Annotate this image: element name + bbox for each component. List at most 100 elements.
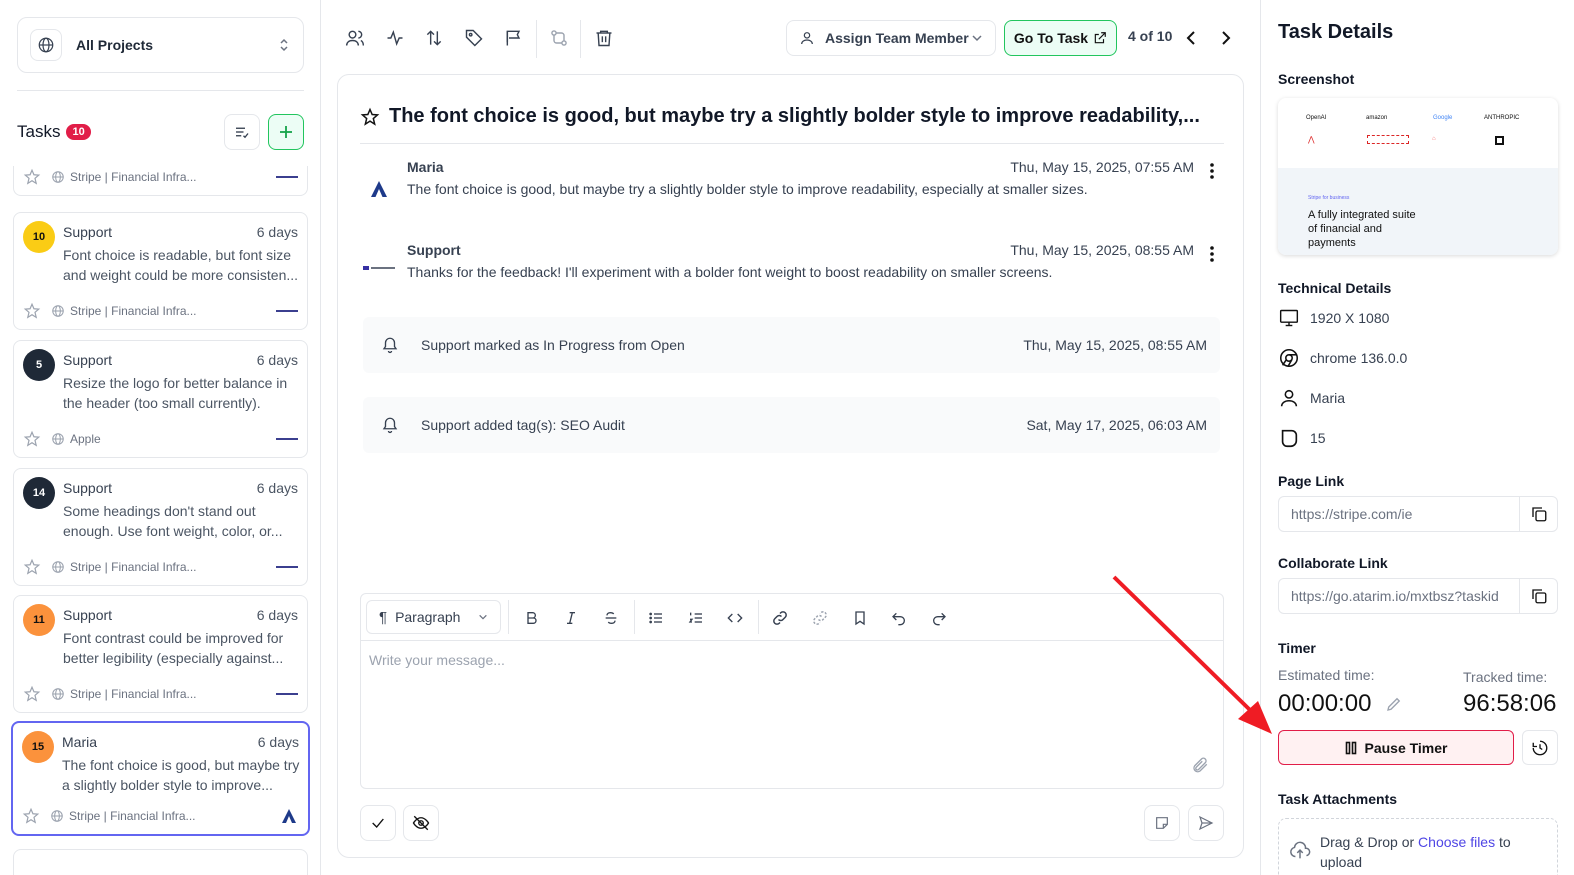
task-card[interactable]: 14 Support 6 days Some headings don't st… (13, 468, 308, 586)
filter-list-button[interactable] (224, 114, 260, 150)
task-pager: 4 of 10 (1128, 28, 1173, 44)
redo-icon[interactable] (928, 607, 950, 629)
next-task-button[interactable] (1216, 28, 1236, 48)
link-icon[interactable] (769, 607, 791, 629)
message-input[interactable]: Write your message... (369, 652, 505, 668)
git-compare-icon[interactable] (547, 26, 571, 50)
copy-collaborate-link-button[interactable] (1519, 579, 1557, 613)
tasks-header: Tasks 10 (17, 114, 304, 150)
estimated-time-label: Estimated time: (1278, 667, 1375, 683)
pencil-icon[interactable] (1385, 695, 1403, 713)
assign-team-member-dropdown[interactable]: Assign Team Member (786, 20, 996, 56)
pause-timer-button[interactable]: Pause Timer (1278, 730, 1514, 765)
title-divider (360, 143, 1224, 144)
task-card-number: 15 (31, 741, 45, 753)
task-card-number: 11 (33, 614, 45, 626)
bell-icon (382, 417, 398, 434)
collaborate-link-field[interactable]: https://go.atarim.io/mxtbsz?taskid (1278, 578, 1558, 614)
task-card-text: Font choice is readable, but font size a… (63, 247, 299, 283)
task-card-age: 6 days (256, 352, 298, 368)
screenshot-hero-text: A fully integrated suite of financial an… (1308, 209, 1416, 249)
task-card-age: 6 days (256, 480, 298, 496)
project-selector[interactable]: All Projects (17, 17, 304, 73)
numbered-list-icon[interactable] (685, 607, 707, 629)
bold-icon[interactable] (521, 607, 543, 629)
copy-page-link-button[interactable] (1519, 497, 1557, 531)
task-card-author: Maria (62, 734, 98, 750)
copy-icon (1531, 589, 1546, 604)
pause-timer-label: Pause Timer (1364, 739, 1448, 756)
timer-history-button[interactable] (1522, 730, 1558, 765)
paperclip-icon[interactable] (1191, 756, 1209, 774)
comment-body: The font choice is good, but maybe try a… (407, 181, 1088, 197)
task-card-avatar: 5 (23, 349, 55, 381)
sort-icon[interactable] (422, 26, 446, 50)
activity-icon[interactable] (383, 26, 407, 50)
task-card-number: 14 (32, 487, 46, 499)
task-card[interactable]: 11 Support 6 days Font contrast could be… (13, 595, 308, 713)
italic-icon[interactable] (560, 607, 582, 629)
task-card-age: 6 days (256, 607, 298, 623)
screenshot-logo-red: ⋀ (1308, 135, 1315, 144)
screenshot-logo-anthropic: ANTHROPIC (1484, 115, 1520, 121)
task-card-author: Support (63, 480, 113, 496)
task-card-partial[interactable] (13, 849, 308, 875)
prev-task-button[interactable] (1181, 28, 1201, 48)
task-card-selected[interactable]: 15 Maria 6 days The font choice is good,… (11, 721, 310, 836)
app-root: All Projects Tasks 10 Stripe | Financial… (0, 0, 1574, 875)
task-card-author: Support (63, 352, 113, 368)
trash-icon[interactable] (592, 26, 616, 50)
tracked-time-value: 96:58:06 (1463, 690, 1557, 717)
page-link-field[interactable]: https://stripe.com/ie (1278, 496, 1558, 532)
assign-label: Assign Team Member (825, 30, 969, 46)
star-icon (360, 107, 380, 126)
more-vertical-icon[interactable] (1210, 246, 1214, 262)
task-card-site-label: Apple (70, 432, 101, 446)
task-card-avatar: 11 (23, 604, 55, 636)
attachment-dropzone[interactable]: Drag & Drop or Choose files to upload (1278, 818, 1558, 875)
bullet-list-icon[interactable] (645, 607, 667, 629)
task-card-footer: Apple (23, 429, 298, 449)
sticky-note-icon (1156, 817, 1168, 829)
note-button[interactable] (1144, 805, 1180, 841)
visibility-toggle-button[interactable] (403, 805, 439, 841)
browser-value: chrome 136.0.0 (1310, 350, 1408, 366)
task-card-text: Resize the logo for better balance in th… (63, 375, 288, 411)
flag-message-icon[interactable] (502, 26, 526, 50)
unlink-icon[interactable] (809, 607, 831, 629)
paragraph-style-dropdown[interactable]: ¶ Paragraph (366, 600, 501, 634)
bookmark-icon[interactable] (849, 607, 871, 629)
collaborate-link-heading: Collaborate Link (1278, 555, 1388, 571)
toolbar-separator (580, 20, 581, 58)
message-editor: ¶ Paragraph Write your message... (360, 593, 1224, 789)
tasks-count-badge: 10 (66, 124, 91, 140)
more-vertical-icon[interactable] (1210, 163, 1214, 179)
atarim-logo-icon (371, 181, 387, 197)
task-card-site-label: Stripe | Financial Infra... (69, 809, 196, 823)
activity-time: Sat, May 17, 2025, 06:03 AM (1026, 417, 1207, 433)
go-to-task-button[interactable]: Go To Task (1004, 20, 1117, 56)
task-card-age: 6 days (256, 224, 298, 240)
screenshot-logo-square (1495, 136, 1504, 145)
add-task-button[interactable] (268, 114, 304, 150)
screenshot-thumbnail[interactable]: OpenAI amazon Google ANTHROPIC ⋀ ⌂ Strip… (1278, 98, 1558, 255)
users-icon[interactable] (343, 26, 367, 50)
undo-icon[interactable] (888, 607, 910, 629)
activity-text: Support marked as In Progress from Open (421, 337, 685, 353)
activity-text: Support added tag(s): SEO Audit (421, 417, 625, 433)
task-card-partial[interactable]: Stripe | Financial Infra... (13, 166, 308, 196)
screenshot-small-text: Stripe for business (1308, 195, 1350, 201)
code-icon[interactable] (724, 607, 746, 629)
task-card-site: Stripe | Financial Infra... (51, 170, 197, 184)
send-button[interactable] (1188, 805, 1224, 841)
external-link-icon (1094, 32, 1106, 44)
eye-off-icon (412, 815, 430, 831)
screenshot-logo-google: Google (1433, 115, 1453, 121)
tag-icon[interactable] (462, 26, 486, 50)
task-card[interactable]: 5 Support 6 days Resize the logo for bet… (13, 340, 308, 458)
choose-files-link[interactable]: Choose files (1418, 834, 1495, 850)
task-card[interactable]: 10 Support 6 days Font choice is readabl… (13, 212, 308, 330)
technical-details-heading: Technical Details (1278, 280, 1392, 296)
strikethrough-icon[interactable] (600, 607, 622, 629)
mark-complete-button[interactable] (360, 805, 396, 841)
